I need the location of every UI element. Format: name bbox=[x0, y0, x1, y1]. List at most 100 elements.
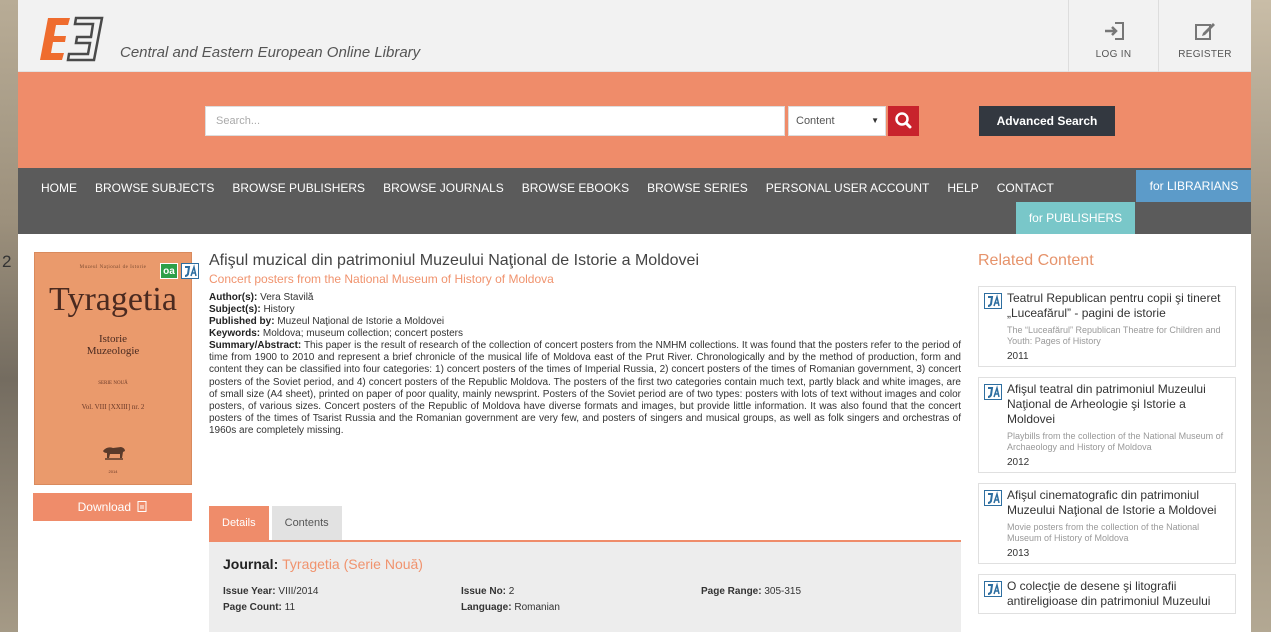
issue-year-value: VIII/2014 bbox=[278, 586, 319, 597]
issue-no-label: Issue No: bbox=[461, 586, 507, 597]
page-range: Page Range: 305-315 bbox=[701, 586, 801, 597]
related-item[interactable]: Teatrul Republican pentru copii şi tiner… bbox=[978, 286, 1236, 367]
journal-article-icon bbox=[181, 263, 199, 279]
details-panel: Journal: Tyragetia (Serie Nouă) Issue Ye… bbox=[209, 540, 961, 632]
nav-item-personal-account[interactable]: PERSONAL USER ACCOUNT bbox=[757, 178, 939, 198]
pdf-icon bbox=[137, 501, 147, 512]
meta-publisher: Published by: Muzeul Naţional de Istorie… bbox=[209, 316, 961, 328]
meta-abstract: Summary/Abstract: This paper is the resu… bbox=[209, 340, 961, 438]
page: Central and Eastern European Online Libr… bbox=[18, 0, 1251, 632]
related-subtitle: Playbills from the collection of the Nat… bbox=[1007, 431, 1224, 452]
related-year: 2013 bbox=[1007, 548, 1030, 559]
nav-item-browse-ebooks[interactable]: BROWSE EBOOKS bbox=[513, 178, 638, 198]
keywords-value: Moldova; museum collection; concert post… bbox=[262, 328, 463, 339]
related-item[interactable]: Afişul teatral din patrimoniul Muzeului … bbox=[978, 377, 1236, 473]
publisher-link[interactable]: Muzeul Naţional de Istorie a Moldovei bbox=[277, 316, 444, 327]
background-right bbox=[1251, 0, 1271, 632]
language-value: Romanian bbox=[514, 602, 560, 613]
background-digit: 2 bbox=[2, 252, 12, 271]
related-heading: Related Content bbox=[978, 252, 1094, 269]
main-content: Muzeul Național de Istorie Tyragetia Ist… bbox=[18, 234, 1251, 632]
nav-item-browse-series[interactable]: BROWSE SERIES bbox=[638, 178, 757, 198]
tab-details[interactable]: Details bbox=[209, 506, 269, 540]
issue-year: Issue Year: VIII/2014 bbox=[223, 586, 318, 597]
cover-subtitle-2: Muzeologie bbox=[86, 345, 140, 357]
journal-article-icon bbox=[984, 490, 1002, 506]
register-button[interactable]: REGISTER bbox=[1158, 0, 1251, 72]
related-title[interactable]: Teatrul Republican pentru copii şi tiner… bbox=[1007, 291, 1231, 321]
nav-item-browse-publishers[interactable]: BROWSE PUBLISHERS bbox=[223, 178, 374, 198]
download-button[interactable]: Download bbox=[33, 493, 192, 521]
related-title[interactable]: Afişul teatral din patrimoniul Muzeului … bbox=[1007, 382, 1231, 427]
issue-no: Issue No: 2 bbox=[461, 586, 514, 597]
language-label: Language: bbox=[461, 602, 512, 613]
for-publishers-button[interactable]: for PUBLISHERS bbox=[1016, 202, 1135, 234]
subjects-link[interactable]: History bbox=[263, 304, 294, 315]
related-title[interactable]: O colecţie de desene şi litografii antir… bbox=[1007, 579, 1231, 609]
journal-article-icon bbox=[984, 581, 1002, 597]
page-count-label: Page Count: bbox=[223, 602, 282, 613]
for-librarians-button[interactable]: for LIBRARIANS bbox=[1136, 170, 1251, 202]
tab-contents[interactable]: Contents bbox=[271, 506, 342, 540]
journal-article-icon bbox=[984, 384, 1002, 400]
meta-authors: Author(s): Vera Stavilă bbox=[209, 292, 961, 304]
download-label: Download bbox=[77, 500, 132, 514]
related-content: Related Content Teatrul Republican pentr… bbox=[978, 252, 1236, 624]
nav-items: HOME BROWSE SUBJECTS BROWSE PUBLISHERS B… bbox=[18, 178, 1063, 198]
article-meta: Author(s): Vera Stavilă Subject(s): Hist… bbox=[209, 292, 961, 438]
meta-subjects: Subject(s): History bbox=[209, 304, 961, 316]
article-title: Afişul muzical din patrimoniul Muzeului … bbox=[209, 252, 700, 269]
search-input[interactable]: Search... bbox=[205, 106, 785, 136]
cover-subtitle: Istorie Muzeologie bbox=[35, 333, 191, 357]
edit-icon bbox=[1195, 23, 1215, 40]
cover-series: SERIE NOUĂ bbox=[98, 381, 128, 386]
register-label: REGISTER bbox=[1178, 49, 1232, 60]
login-label: LOG IN bbox=[1095, 49, 1132, 60]
page-count-value: 11 bbox=[284, 602, 296, 613]
related-subtitle: Movie posters from the collection of the… bbox=[1007, 522, 1200, 543]
search-band: Search... Content ▼ Advanced Search bbox=[18, 72, 1251, 168]
nav-item-help[interactable]: HELP bbox=[938, 178, 987, 198]
site-header: Central and Eastern European Online Libr… bbox=[18, 0, 1251, 72]
journal-cover-image[interactable]: Muzeul Național de Istorie Tyragetia Ist… bbox=[34, 252, 199, 485]
authors-link[interactable]: Vera Stavilă bbox=[260, 292, 313, 303]
related-item[interactable]: O colecţie de desene şi litografii antir… bbox=[978, 574, 1236, 614]
page-range-label: Page Range: bbox=[701, 586, 762, 597]
background-left bbox=[0, 0, 18, 632]
related-year: 2011 bbox=[1007, 351, 1029, 362]
nav-item-home[interactable]: HOME bbox=[18, 178, 86, 198]
page-count: Page Count: 11 bbox=[223, 602, 295, 613]
site-title: Central and Eastern European Online Libr… bbox=[120, 44, 421, 61]
summary-text: This paper is the result of research of … bbox=[209, 340, 961, 437]
main-nav: HOME BROWSE SUBJECTS BROWSE PUBLISHERS B… bbox=[18, 168, 1251, 234]
nav-item-contact[interactable]: CONTACT bbox=[988, 178, 1063, 198]
cover-subtitle-1: Istorie bbox=[98, 333, 128, 345]
related-year: 2012 bbox=[1007, 457, 1030, 468]
login-button[interactable]: LOG IN bbox=[1068, 0, 1158, 72]
advanced-search-button[interactable]: Advanced Search bbox=[979, 106, 1115, 136]
login-icon bbox=[1104, 22, 1124, 40]
article-subtitle: Concert posters from the National Museum… bbox=[209, 272, 554, 286]
language: Language: Romanian bbox=[461, 602, 560, 613]
related-subtitle: The “Luceafărul” Republican Theatre for … bbox=[1007, 325, 1221, 346]
ceeol-logo[interactable] bbox=[38, 16, 104, 62]
published-label: Published by: bbox=[209, 316, 275, 327]
search-type-value: Content bbox=[796, 115, 835, 127]
nav-item-browse-journals[interactable]: BROWSE JOURNALS bbox=[374, 178, 513, 198]
keywords-label: Keywords: bbox=[209, 328, 261, 339]
related-title[interactable]: Afişul cinematografic din patrimoniul Mu… bbox=[1007, 488, 1231, 518]
nav-item-browse-subjects[interactable]: BROWSE SUBJECTS bbox=[86, 178, 223, 198]
related-item[interactable]: Afişul cinematografic din patrimoniul Mu… bbox=[978, 483, 1236, 564]
meta-keywords: Keywords: Moldova; museum collection; co… bbox=[209, 328, 961, 340]
cover-volume: Vol. VIII [XXIII] nr. 2 bbox=[81, 403, 145, 411]
article-tabs: Details Contents bbox=[209, 506, 342, 540]
search-type-select[interactable]: Content ▼ bbox=[788, 106, 886, 136]
journal-article-icon bbox=[984, 293, 1002, 309]
open-access-badge: oa bbox=[160, 263, 178, 279]
page-range-value: 305-315 bbox=[764, 586, 802, 597]
authors-label: Author(s): bbox=[209, 292, 258, 303]
she-wolf-emblem-icon bbox=[103, 447, 125, 460]
search-button[interactable] bbox=[888, 106, 919, 136]
issue-no-value: 2 bbox=[508, 586, 515, 597]
journal-link[interactable]: Tyragetia (Serie Nouă) bbox=[282, 556, 423, 572]
